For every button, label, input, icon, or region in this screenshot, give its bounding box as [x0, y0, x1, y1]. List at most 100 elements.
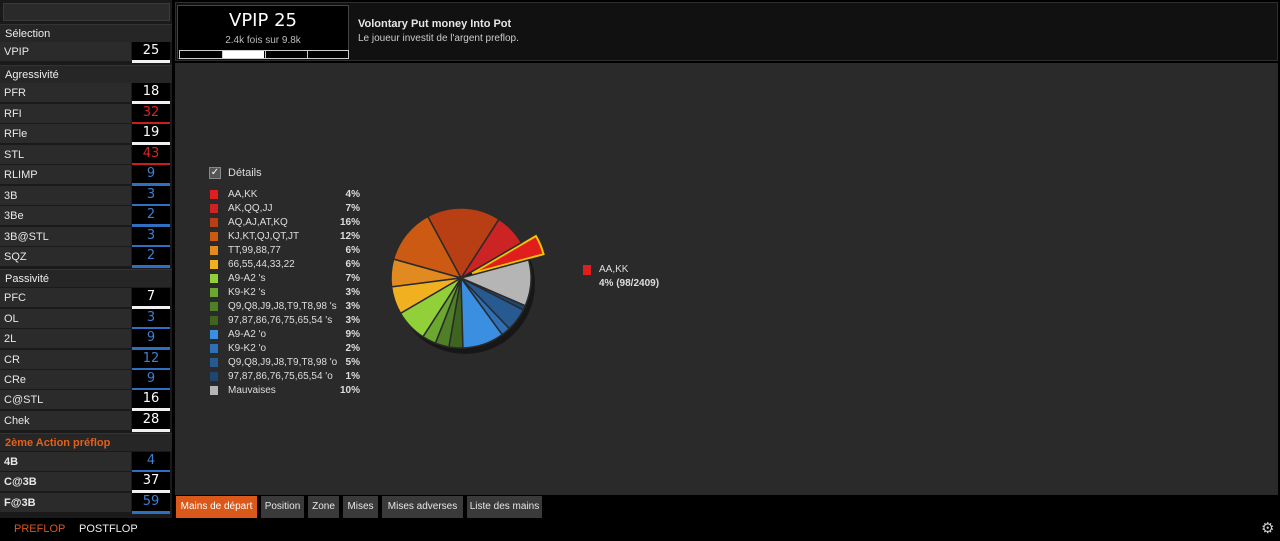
- stat-row-chek[interactable]: Chek 28: [0, 411, 172, 432]
- stat-row-ol[interactable]: OL 3: [0, 309, 172, 330]
- legend-pct: 1%: [345, 371, 360, 382]
- stat-row-cre[interactable]: CRe 9: [0, 370, 172, 391]
- legend-item[interactable]: 97,87,86,76,75,65,54 's 3%: [210, 314, 360, 328]
- stat-row-label: C@3B: [0, 472, 131, 492]
- stat-row-value: 3: [132, 227, 170, 247]
- stat-row-label: 3B: [0, 186, 131, 206]
- legend-item[interactable]: TT,99,88,77 6%: [210, 244, 360, 258]
- legend-pct: 7%: [345, 203, 360, 214]
- legend-name: 97,87,86,76,75,65,54 's: [228, 315, 333, 326]
- stat-row-label: Chek: [0, 411, 131, 431]
- stat-row-label: VPIP: [0, 42, 131, 62]
- legend-item[interactable]: K9-K2 's 3%: [210, 286, 360, 300]
- legend-name: AA,KK: [228, 189, 258, 200]
- legend-name: Mauvaises: [228, 385, 276, 396]
- legend-item[interactable]: KJ,KT,QJ,QT,JT 12%: [210, 230, 360, 244]
- legend-swatch: [210, 316, 218, 325]
- progress-tick: [265, 51, 266, 58]
- stat-row-c-stl[interactable]: C@STL 16: [0, 390, 172, 411]
- bottom-tabs: Mains de départ Position Zone Mises Mises ad…: [175, 496, 1278, 518]
- stat-row-value: 3: [132, 309, 170, 329]
- stats-sidebar: Sélection Agressivité Passivité 2ème Act…: [0, 0, 172, 518]
- legend-pct: 5%: [345, 357, 360, 368]
- legend-item[interactable]: Mauvaises 10%: [210, 384, 360, 398]
- stat-row-label: 3B@STL: [0, 227, 131, 247]
- stat-row-value: 9: [132, 329, 170, 349]
- stat-row-sqz[interactable]: SQZ 2: [0, 247, 172, 268]
- stat-row-2l[interactable]: 2L 9: [0, 329, 172, 350]
- tab-mises-adverses[interactable]: Mises adverses: [382, 496, 465, 518]
- stat-row-label: CR: [0, 350, 131, 370]
- legend-item[interactable]: Q9,Q8,J9,J8,T9,T8,98 's 3%: [210, 300, 360, 314]
- gear-icon[interactable]: ⚙: [1261, 521, 1274, 536]
- legend-name: 66,55,44,33,22: [228, 259, 295, 270]
- stat-row-value: 7: [132, 288, 170, 308]
- legend-pct: 2%: [345, 343, 360, 354]
- tab-liste-des-mains[interactable]: Liste des mains: [467, 496, 544, 518]
- stat-row-vpip[interactable]: VPIP 25: [0, 42, 172, 63]
- legend-name: A9-A2 's: [228, 273, 266, 284]
- stat-row-cr[interactable]: CR 12: [0, 350, 172, 371]
- legend-pct: 3%: [345, 301, 360, 312]
- stat-row-rfi[interactable]: RFI 32: [0, 104, 172, 125]
- tab-zone[interactable]: Zone: [308, 496, 341, 518]
- stat-row-value: 4: [132, 452, 170, 472]
- tab-position[interactable]: Position: [261, 496, 306, 518]
- legend-item[interactable]: AK,QQ,JJ 7%: [210, 202, 360, 216]
- legend-item[interactable]: A9-A2 's 7%: [210, 272, 360, 286]
- legend-item[interactable]: AA,KK 4%: [210, 188, 360, 202]
- legend-item[interactable]: A9-A2 'o 9%: [210, 328, 360, 342]
- stat-row-3b-stl[interactable]: 3B@STL 3: [0, 227, 172, 248]
- stat-row-pfr[interactable]: PFR 18: [0, 83, 172, 104]
- stat-row-pfc[interactable]: PFC 7: [0, 288, 172, 309]
- stat-title: VPIP 25: [229, 10, 297, 31]
- chart-panel: ✓ Détails AA,KK 4% AK,QQ,JJ 7% AQ,AJ,AT,KQ 16…: [175, 63, 1278, 495]
- stat-row-c-3b[interactable]: C@3B 37: [0, 472, 172, 493]
- stat-row-value: 2: [132, 206, 170, 226]
- legend-pct: 3%: [345, 315, 360, 326]
- stat-box: VPIP 25 2.4k fois sur 9.8k: [177, 5, 349, 59]
- stat-row-value: 9: [132, 165, 170, 185]
- bottom-bar: PREFLOP POSTFLOP ⚙: [0, 518, 1280, 541]
- stat-row-underline: [132, 60, 170, 63]
- stat-row-value: 28: [132, 411, 170, 431]
- stat-header: VPIP 25 2.4k fois sur 9.8k Volontary Put…: [175, 2, 1278, 61]
- stat-row-stl[interactable]: STL 43: [0, 145, 172, 166]
- stat-row-label: PFR: [0, 83, 131, 103]
- stat-row-label: C@STL: [0, 390, 131, 410]
- legend-item[interactable]: Q9,Q8,J9,J8,T9,T8,98 'o 5%: [210, 356, 360, 370]
- legend-item[interactable]: 97,87,86,76,75,65,54 'o 1%: [210, 370, 360, 384]
- callout-swatch: [583, 265, 591, 275]
- preflop-button[interactable]: PREFLOP: [14, 523, 65, 535]
- stat-full-name: Volontary Put money Into Pot: [358, 18, 512, 30]
- legend-item[interactable]: K9-K2 'o 2%: [210, 342, 360, 356]
- stat-row-label: PFC: [0, 288, 131, 308]
- legend-swatch: [210, 302, 218, 311]
- stat-row-value: 59: [132, 493, 170, 513]
- legend-name: AQ,AJ,AT,KQ: [228, 217, 288, 228]
- legend-swatch: [210, 190, 218, 199]
- stat-row-4b[interactable]: 4B 4: [0, 452, 172, 473]
- stat-row-value: 43: [132, 145, 170, 165]
- postflop-button[interactable]: POSTFLOP: [79, 523, 138, 535]
- stat-row-label: SQZ: [0, 247, 131, 267]
- legend-pct: 4%: [345, 189, 360, 200]
- stat-row-underline: [132, 429, 170, 432]
- stat-row-3be[interactable]: 3Be 2: [0, 206, 172, 227]
- stat-row-3b[interactable]: 3B 3: [0, 186, 172, 207]
- legend-pct: 12%: [339, 231, 360, 242]
- stat-row-value: 9: [132, 370, 170, 390]
- details-label: Détails: [228, 167, 262, 179]
- stat-row-value: 2: [132, 247, 170, 267]
- legend-item[interactable]: AQ,AJ,AT,KQ 16%: [210, 216, 360, 230]
- section-second-action: 2ème Action préflop: [0, 433, 172, 451]
- legend-pct: 10%: [339, 385, 360, 396]
- stat-row-rlimp[interactable]: RLIMP 9: [0, 165, 172, 186]
- stat-row-value: 19: [132, 124, 170, 144]
- legend-item[interactable]: 66,55,44,33,22 6%: [210, 258, 360, 272]
- tab-mises[interactable]: Mises: [343, 496, 380, 518]
- tab-mains-de-d-part[interactable]: Mains de départ: [176, 496, 259, 518]
- stat-row-f-3b[interactable]: F@3B 59: [0, 493, 172, 514]
- stat-row-rfle[interactable]: RFle 19: [0, 124, 172, 145]
- check-icon[interactable]: ✓: [209, 167, 221, 179]
